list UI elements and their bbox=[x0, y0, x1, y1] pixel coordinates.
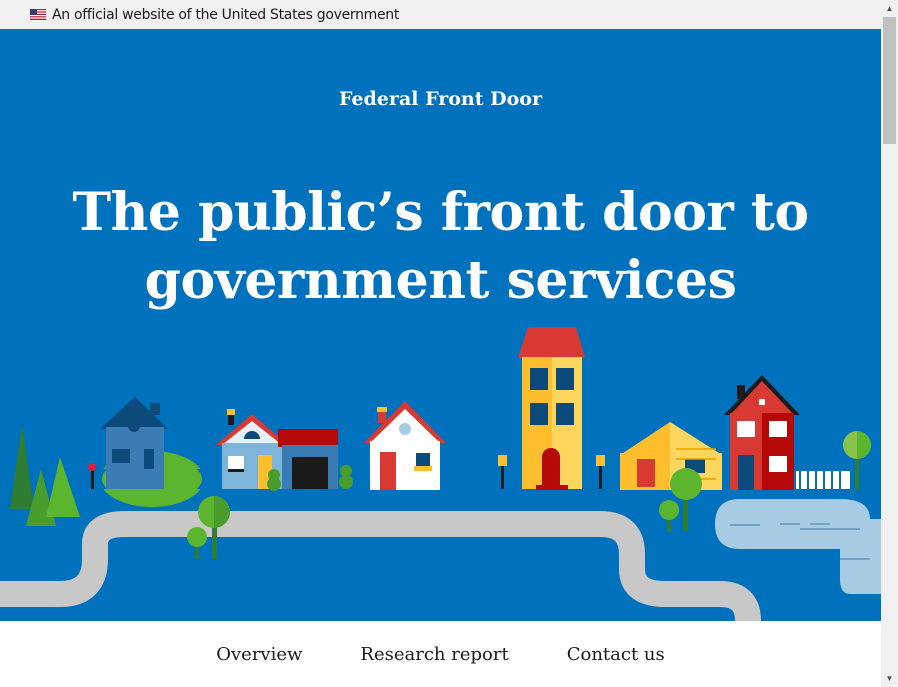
hero-section: Federal Front Door The public’s front do… bbox=[0, 29, 881, 621]
neighborhood-illustration bbox=[0, 327, 881, 621]
nav-link-research-report[interactable]: Research report bbox=[360, 644, 508, 665]
nav-link-contact-us[interactable]: Contact us bbox=[567, 644, 665, 665]
us-flag-icon bbox=[30, 9, 46, 20]
nav-link-overview[interactable]: Overview bbox=[216, 644, 302, 665]
vertical-scrollbar[interactable]: ▲ ▼ bbox=[881, 0, 898, 687]
site-name[interactable]: Federal Front Door bbox=[0, 88, 881, 110]
page-headline: The public’s front door to government se… bbox=[0, 179, 881, 315]
headline-line-2: government services bbox=[144, 250, 737, 311]
scroll-down-icon[interactable]: ▼ bbox=[881, 670, 898, 687]
gov-banner-text: An official website of the United States… bbox=[52, 6, 400, 23]
headline-line-1: The public’s front door to bbox=[72, 182, 809, 243]
scroll-up-icon[interactable]: ▲ bbox=[881, 0, 898, 17]
scroll-thumb[interactable] bbox=[883, 17, 896, 144]
gov-banner: An official website of the United States… bbox=[0, 0, 881, 29]
main-nav: Overview Research report Contact us bbox=[0, 621, 881, 687]
